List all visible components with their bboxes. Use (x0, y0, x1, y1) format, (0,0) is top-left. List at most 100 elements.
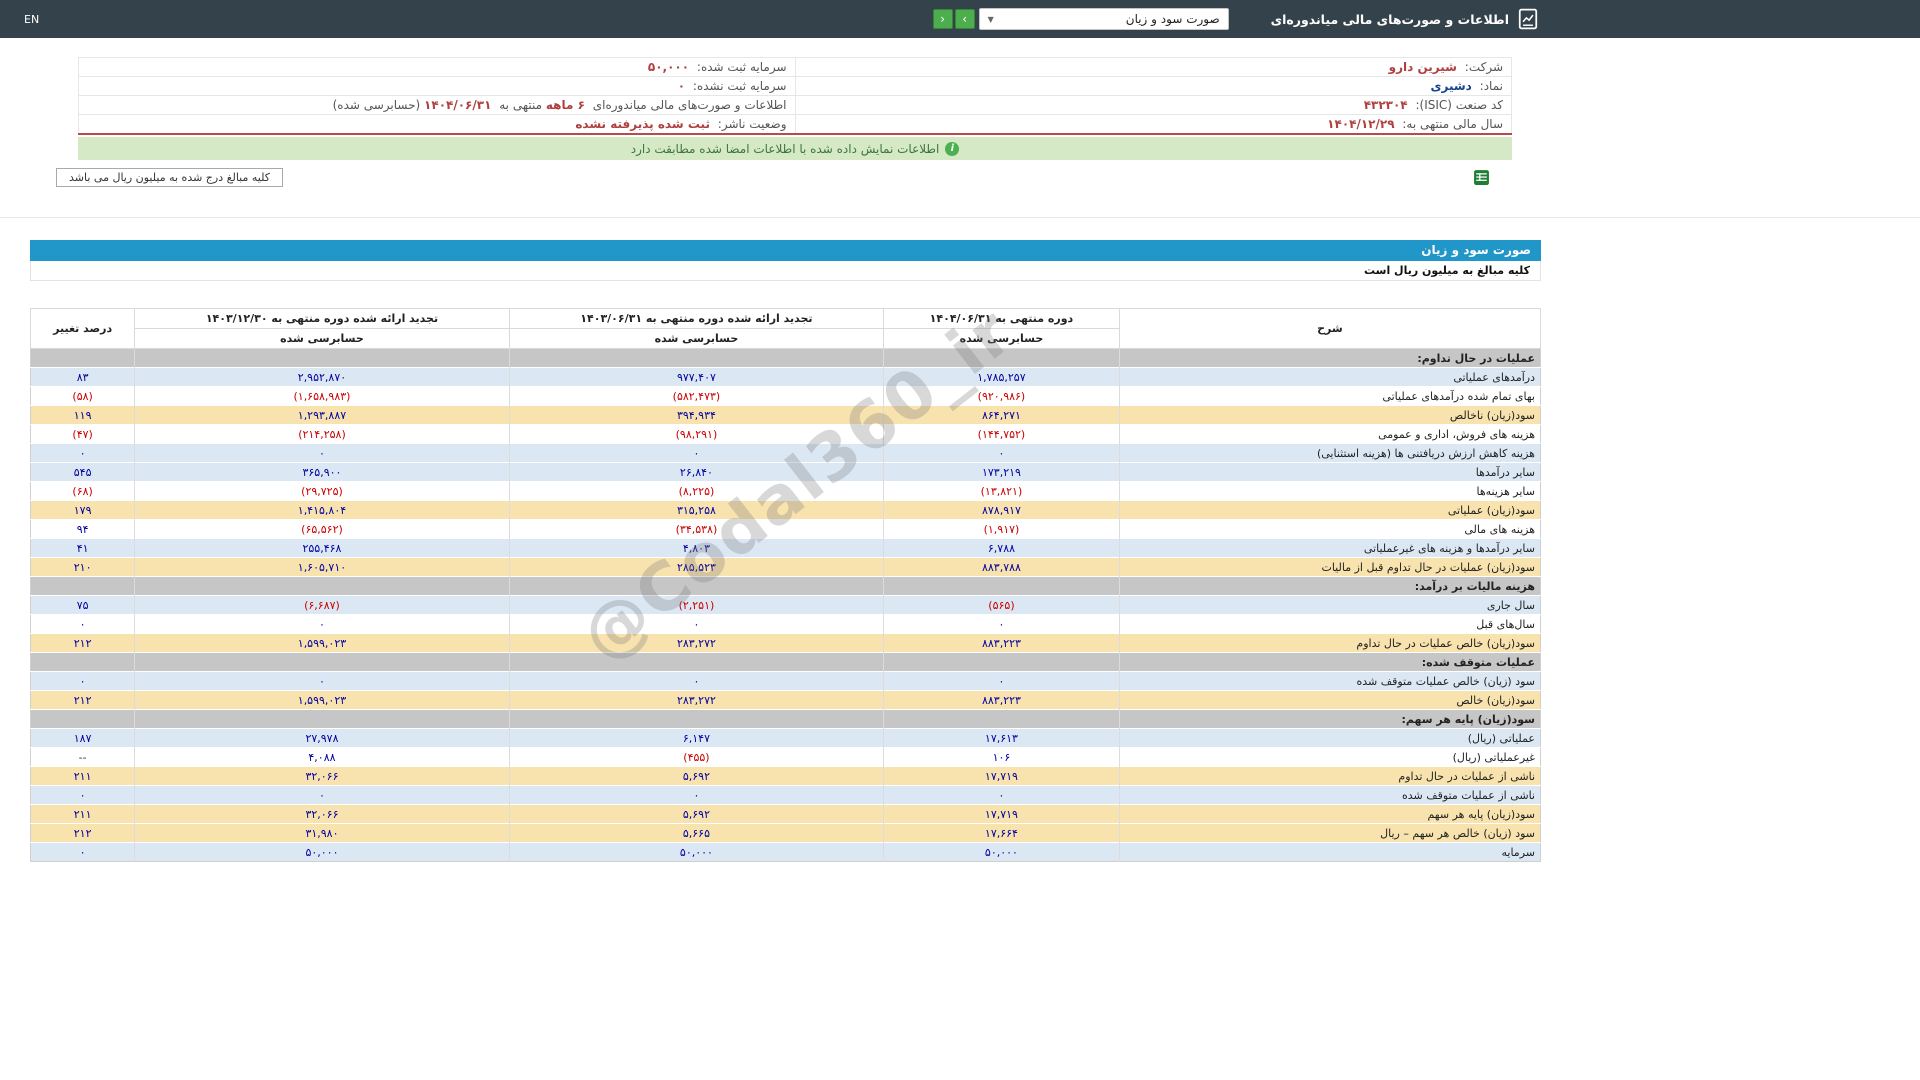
row-change-value (30, 709, 135, 729)
publisher-status-label: وضعیت ناشر: (717, 117, 787, 131)
page-title: اطلاعات و صورت‌های مالی میاندوره‌ای (1270, 11, 1509, 27)
isic-value: ۴۳۲۳۰۴ (1363, 98, 1408, 112)
navbar-inner: اطلاعات و صورت‌های مالی میاندوره‌ای صورت… (0, 0, 1545, 38)
row-change-value: ۹۴ (30, 519, 135, 539)
row-change-value: (۴۷) (30, 424, 135, 444)
row-value: (۱,۶۵۸,۹۸۳) (134, 386, 510, 406)
row-value: ۰ (508, 614, 884, 634)
row-value: ۰ (134, 443, 510, 463)
row-change-value: (۶۸) (30, 481, 135, 501)
row-value: ۰ (134, 671, 510, 691)
row-value: ۱,۵۹۹,۰۲۳ (134, 633, 510, 653)
excel-export-button[interactable] (1473, 169, 1490, 186)
publisher-status-value: ثبت شده پذیرفته نشده (575, 117, 710, 131)
row-value: ۲۸۳,۲۷۲ (508, 633, 884, 653)
statement-row: سال‌های قبل ۰ ۰ ۰ ۰ (30, 614, 1541, 634)
row-label: سود (زیان) خالص هر سهم – ریال (1118, 823, 1541, 843)
row-change-value: ۴۱ (30, 538, 135, 558)
row-value: ۱۷,۶۱۳ (883, 728, 1120, 748)
language-toggle[interactable]: EN (24, 13, 39, 26)
period-date: ۱۴۰۴/۰۶/۳۱ (424, 98, 492, 112)
col-header-period-2: تجدید ارائه شده دوره منتهی به ۱۴۰۳/۰۶/۳۱ (508, 308, 885, 329)
statement-row: سود(زیان) عملیاتی ۸۷۸,۹۱۷ ۳۱۵,۲۵۸ ۱,۴۱۵,۸۰۴… (30, 500, 1541, 520)
row-value: ۹۷۷,۴۰۷ (508, 367, 884, 387)
nav-forward-button[interactable]: › (954, 9, 975, 29)
statement-row: سود(زیان) ناخالص ۸۶۴,۲۷۱ ۳۹۴,۹۳۴ ۱,۲۹۳,۸۸۷ ۱… (30, 405, 1541, 425)
row-value: ۳۶۵,۹۰۰ (134, 462, 510, 482)
row-label: سود(زیان) خالص عملیات در حال تداوم (1118, 633, 1541, 653)
row-label: سایر درآمدها (1118, 462, 1541, 482)
company-name-label: شرکت: (1464, 60, 1503, 74)
row-change-value: ۲۱۰ (30, 557, 135, 577)
audited-subheader: حسابرسی شده (883, 328, 1120, 349)
row-value: ۳۱۵,۲۵۸ (508, 500, 884, 520)
row-value (508, 709, 884, 729)
row-value: (۴۵۵) (508, 747, 884, 767)
publisher-status-cell: وضعیت ناشر: ثبت شده پذیرفته نشده (78, 114, 796, 135)
row-value: ۱,۴۱۵,۸۰۴ (134, 500, 510, 520)
statement-row: سود (زیان) خالص عملیات متوقف شده ۰ ۰ ۰ ۰ (30, 671, 1541, 691)
row-change-value: ۱۸۷ (30, 728, 135, 748)
statement-row: سایر درآمدها و هزینه های غیرعملیاتی ۶,۷۸۸… (30, 538, 1541, 558)
row-value: ۰ (883, 671, 1120, 691)
row-value: ۵۰,۰۰۰ (508, 842, 884, 862)
statement-row: ناشی از عملیات در حال تداوم ۱۷,۷۱۹ ۵,۶۹۲ ۳۲… (30, 766, 1541, 786)
statement-section: @Codal360_ir صورت سود و زیان کلیه مبالغ … (0, 240, 1545, 862)
row-value: (۹۸,۲۹۱) (508, 424, 884, 444)
row-value: ۲۶,۸۴۰ (508, 462, 884, 482)
company-info-table: شرکت: شیرین دارو سرمایه ثبت شده: ۵۰,۰۰۰ … (78, 57, 1512, 135)
banner-message: اطلاعات نمایش داده شده با اطلاعات امضا ش… (630, 141, 940, 156)
row-change-value: ۲۱۲ (30, 633, 135, 653)
row-value: ۸۸۳,۲۲۳ (883, 690, 1120, 710)
row-value: ۱,۶۰۵,۷۱۰ (134, 557, 510, 577)
audited-subheader: حسابرسی شده (508, 328, 885, 349)
col-header-change: درصد تغییر (29, 308, 136, 349)
report-type-value: صورت سود و زیان (1125, 12, 1220, 26)
row-value (883, 348, 1120, 368)
row-label: ناشی از عملیات متوقف شده (1118, 785, 1541, 805)
row-value: ۵,۶۹۲ (508, 766, 884, 786)
row-change-value: ۱۱۹ (30, 405, 135, 425)
row-value: (۲,۲۵۱) (508, 595, 884, 615)
report-type-dropdown[interactable]: صورت سود و زیان ▼ (978, 8, 1229, 30)
row-value: ۱۷,۷۱۹ (883, 804, 1120, 824)
statement-row: هزینه های فروش، اداری و عمومی (۱۴۴,۷۵۲) (۹… (30, 424, 1541, 444)
row-value: ۲۷,۹۷۸ (134, 728, 510, 748)
row-value: ۵۰,۰۰۰ (134, 842, 510, 862)
row-value: ۲۸۵,۵۲۳ (508, 557, 884, 577)
row-value: (۵۶۵) (883, 595, 1120, 615)
row-label: سود (زیان) خالص عملیات متوقف شده (1118, 671, 1541, 691)
row-change-value: ۷۵ (30, 595, 135, 615)
row-value: ۰ (134, 785, 510, 805)
row-change-value: ۰ (30, 614, 135, 634)
row-value: (۶,۶۸۷) (134, 595, 510, 615)
top-navbar: اطلاعات و صورت‌های مالی میاندوره‌ای صورت… (0, 0, 1920, 38)
row-value: ۳۲,۰۶۶ (134, 766, 510, 786)
nav-back-button[interactable]: ‹ (932, 9, 953, 29)
row-change-value: ۲۱۱ (30, 766, 135, 786)
row-value: (۶۵,۵۶۲) (134, 519, 510, 539)
fiscal-year-value: ۱۴۰۴/۱۲/۲۹ (1327, 117, 1395, 131)
company-info-row: شرکت: شیرین دارو سرمایه ثبت شده: ۵۰,۰۰۰ (78, 57, 1512, 77)
row-label: هزینه های مالی (1118, 519, 1541, 539)
company-info-row: سال مالی منتهی به: ۱۴۰۴/۱۲/۲۹ وضعیت ناشر… (78, 114, 1512, 135)
row-value: ۵,۶۶۵ (508, 823, 884, 843)
row-change-value: ۲۱۱ (30, 804, 135, 824)
registered-capital-value: ۵۰,۰۰۰ (647, 60, 690, 74)
row-change-value: ۸۳ (30, 367, 135, 387)
company-info-row: کد صنعت (ISIC): ۴۳۲۳۰۴ اطلاعات و صورت‌ها… (78, 95, 1512, 115)
period-mid: منتهی به (499, 98, 543, 112)
row-value: ۳۱,۹۸۰ (134, 823, 510, 843)
row-label: هزینه های فروش، اداری و عمومی (1118, 424, 1541, 444)
row-label: ناشی از عملیات در حال تداوم (1118, 766, 1541, 786)
row-change-value: ۲۱۲ (30, 690, 135, 710)
statement-row: سال جاری (۵۶۵) (۲,۲۵۱) (۶,۶۸۷) ۷۵ (30, 595, 1541, 615)
row-label: سود(زیان) ناخالص (1118, 405, 1541, 425)
symbol-label: نماد: (1479, 79, 1503, 93)
row-value: ۳۹۴,۹۳۴ (508, 405, 884, 425)
col-header-description: شرح (1118, 308, 1542, 349)
statement-unit-note: کلیه مبالغ به میلیون ریال است (30, 261, 1541, 281)
row-value: ۰ (508, 443, 884, 463)
row-value: ۴,۰۸۸ (134, 747, 510, 767)
row-value (134, 709, 510, 729)
